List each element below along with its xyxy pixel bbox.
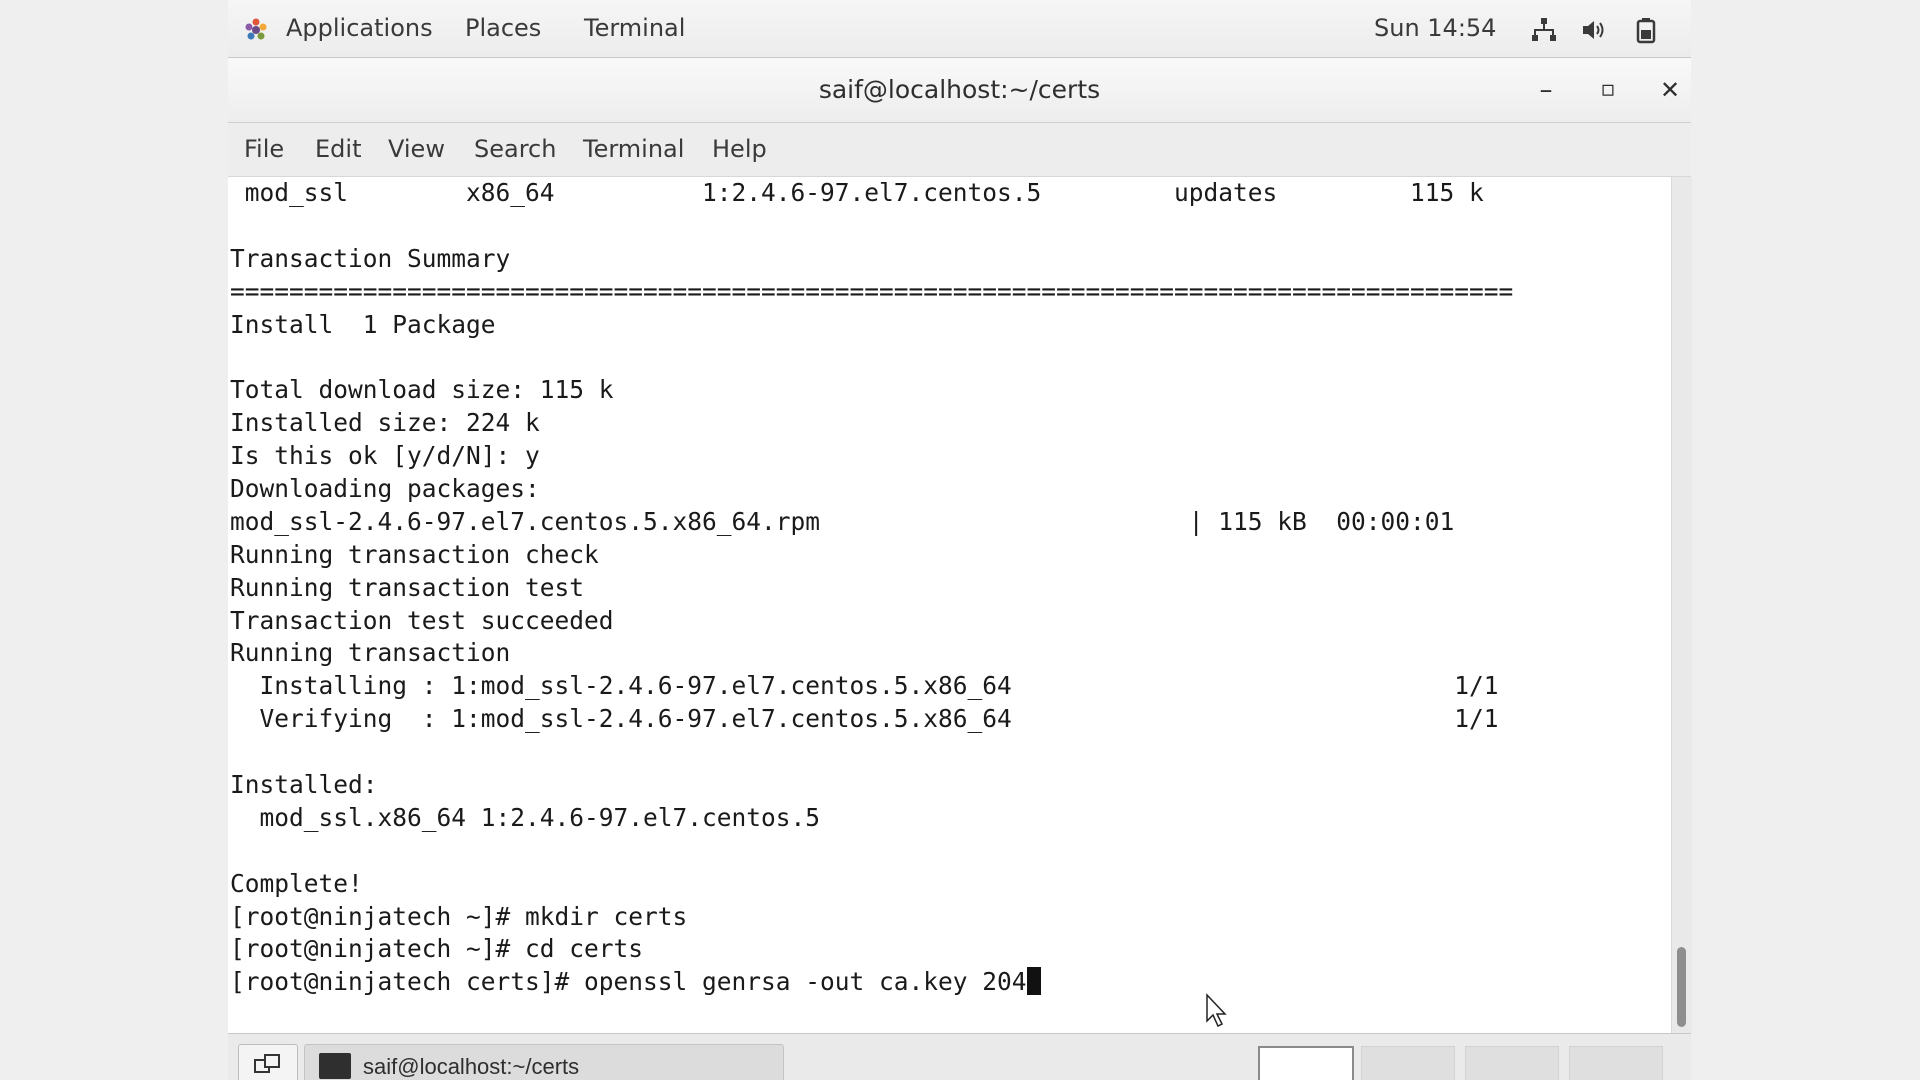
battery-icon[interactable]: [1632, 16, 1660, 44]
desktop-screen: Applications Places Terminal Sun 14:54 s…: [0, 0, 1920, 1080]
minimize-button[interactable]: –: [1530, 74, 1562, 106]
menu-search[interactable]: Search: [474, 123, 556, 176]
volume-icon[interactable]: [1580, 16, 1608, 44]
terminal-line: mod_ssl x86_64 1:2.4.6-97.el7.centos.5 u…: [230, 178, 1484, 207]
window-title: saif@localhost:~/certs: [818, 75, 1101, 104]
terminal-output[interactable]: mod_ssl x86_64 1:2.4.6-97.el7.centos.5 u…: [228, 177, 1671, 1033]
terminal-prompt-line: [root@ninjatech certs]# openssl genrsa -…: [230, 966, 1513, 999]
mouse-pointer-icon: [1206, 993, 1227, 1028]
workspace-3[interactable]: [1465, 1046, 1559, 1080]
close-button[interactable]: ✕: [1654, 74, 1686, 106]
workspace-1[interactable]: [1258, 1046, 1354, 1080]
terminal-line: Installed:: [230, 770, 378, 800]
menu-terminal[interactable]: Terminal: [583, 123, 684, 176]
applications-menu[interactable]: Applications: [286, 0, 433, 57]
menubar: File Edit View Search Terminal Help: [228, 123, 1691, 177]
bottom-panel: saif@localhost:~/certs: [228, 1033, 1691, 1080]
terminal-line: Transaction Summary: [230, 243, 511, 273]
terminal-scrollbar[interactable]: [1671, 177, 1692, 1033]
terminal-line: Running transaction test: [230, 572, 585, 602]
terminal-line: Install 1 Package: [230, 309, 496, 339]
workspace-4[interactable]: [1569, 1046, 1663, 1080]
terminal-line: mod_ssl-2.4.6-97.el7.centos.5.x86_64.rpm…: [230, 506, 1455, 536]
terminal-line: Transaction test succeeded: [230, 605, 614, 635]
prompt-command-text: [root@ninjatech certs]# openssl genrsa -…: [230, 967, 1027, 997]
workspace-2[interactable]: [1361, 1046, 1455, 1080]
terminal-line: [root@ninjatech ~]# cd certs: [230, 934, 644, 964]
text-cursor: [1026, 967, 1041, 996]
terminal-line: ========================================…: [230, 276, 1514, 306]
menu-file[interactable]: File: [244, 123, 284, 176]
terminal-app-menu[interactable]: Terminal: [584, 0, 685, 57]
taskbar-item-label: saif@localhost:~/certs: [363, 1054, 580, 1079]
top-panel: Applications Places Terminal Sun 14:54: [228, 0, 1691, 58]
menu-edit[interactable]: Edit: [315, 123, 361, 176]
show-desktop-button[interactable]: [238, 1044, 298, 1080]
terminal-line: Running transaction: [230, 638, 511, 668]
terminal-line: Installed size: 224 k: [230, 408, 540, 438]
clock[interactable]: Sun 14:54: [1374, 0, 1496, 57]
terminal-icon: [319, 1053, 351, 1079]
terminal-line: Complete!: [230, 868, 363, 898]
applications-icon[interactable]: [244, 18, 268, 42]
places-menu[interactable]: Places: [465, 0, 541, 57]
scrollbar-thumb[interactable]: [1677, 947, 1686, 1027]
menu-help[interactable]: Help: [712, 123, 767, 176]
terminal-lines: mod_ssl x86_64 1:2.4.6-97.el7.centos.5 u…: [230, 177, 1513, 999]
terminal-line: mod_ssl.x86_64 1:2.4.6-97.el7.centos.5: [230, 802, 821, 832]
taskbar-terminal-item[interactable]: saif@localhost:~/certs: [304, 1044, 784, 1080]
menu-view[interactable]: View: [388, 123, 445, 176]
terminal-line: Total download size: 115 k: [230, 375, 614, 405]
terminal-line: Downloading packages:: [230, 474, 540, 504]
terminal-line: Running transaction check: [230, 539, 599, 569]
terminal-line: Installing : 1:mod_ssl-2.4.6-97.el7.cent…: [230, 671, 1499, 701]
show-desktop-icon: [254, 1054, 280, 1073]
terminal-line: Verifying : 1:mod_ssl-2.4.6-97.el7.cento…: [230, 704, 1499, 734]
terminal-line: [root@ninjatech ~]# mkdir certs: [230, 901, 688, 931]
maximize-button[interactable]: ▫: [1592, 74, 1624, 106]
terminal-line: Is this ok [y/d/N]: y: [230, 441, 540, 471]
window-titlebar[interactable]: saif@localhost:~/certs – ▫ ✕: [228, 58, 1691, 123]
network-icon[interactable]: [1530, 16, 1558, 44]
